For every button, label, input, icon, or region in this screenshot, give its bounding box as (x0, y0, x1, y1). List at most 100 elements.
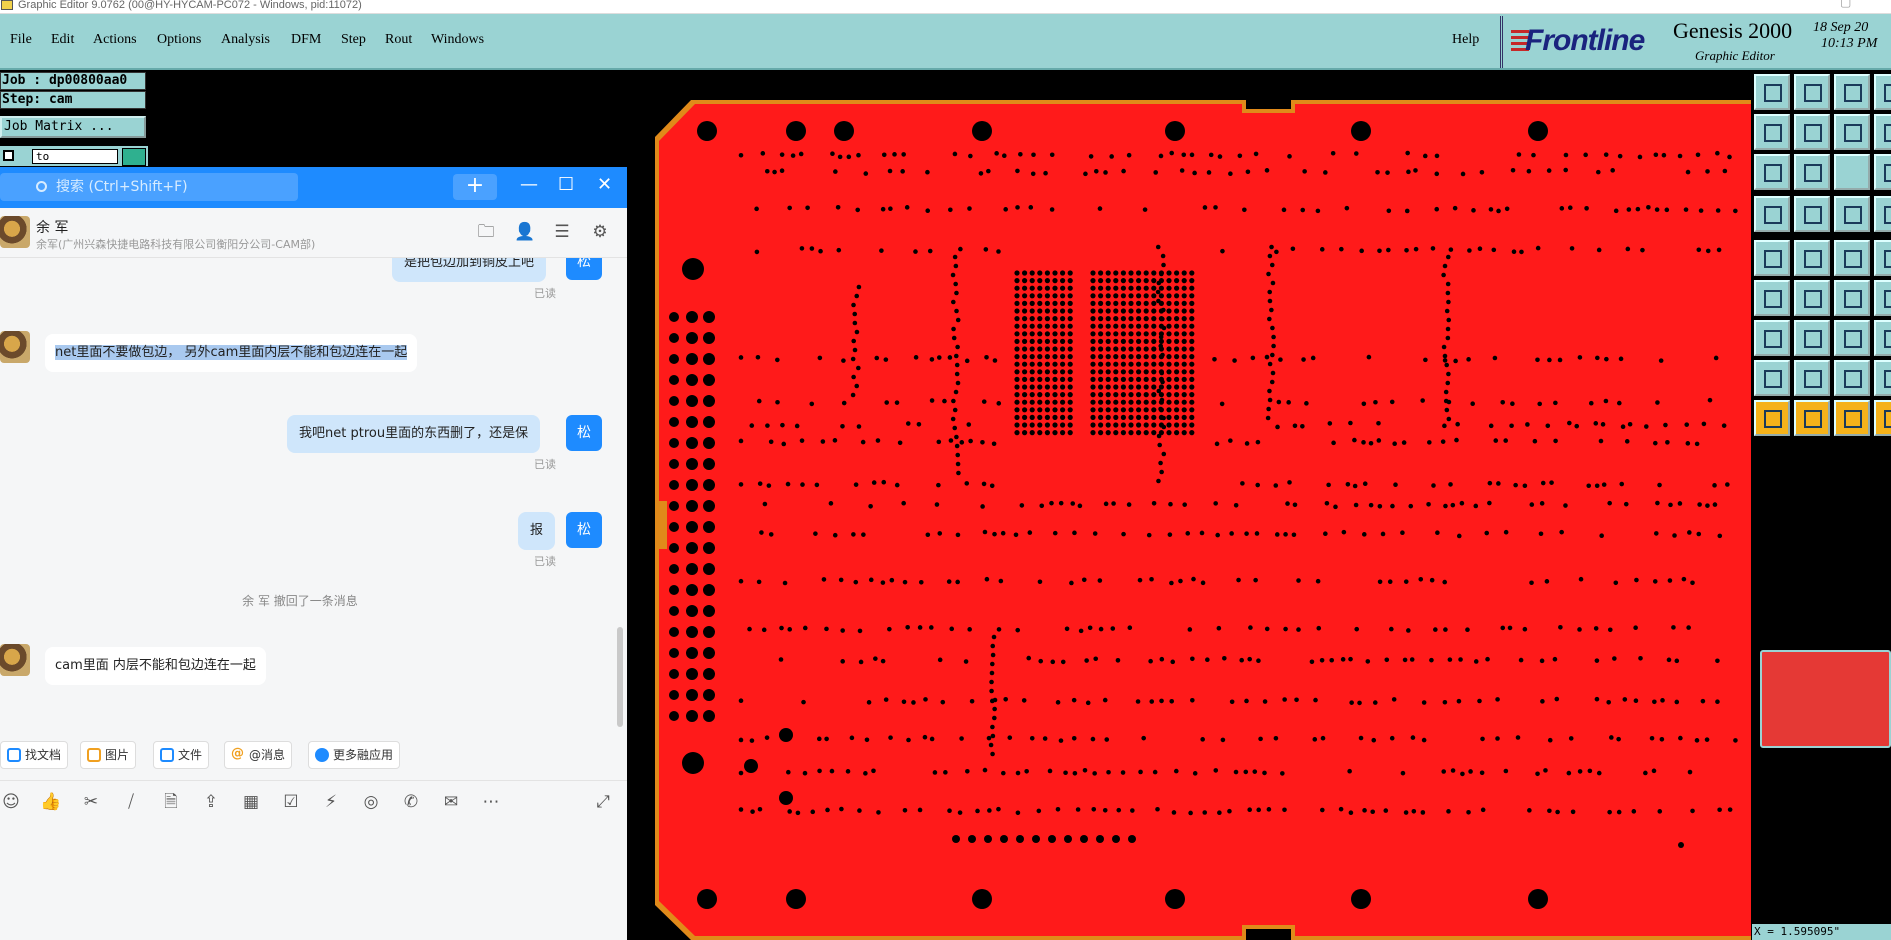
note-add-icon[interactable]: 🗎 (160, 791, 182, 813)
tool-button-0-1[interactable] (1794, 74, 1830, 110)
menu-rout[interactable]: Rout (385, 32, 412, 48)
menu-actions[interactable]: Actions (93, 32, 137, 48)
image-button[interactable]: 图片 (80, 741, 137, 769)
tool-button-4-2[interactable] (1834, 240, 1870, 276)
mention-button[interactable]: @ @消息 (224, 741, 293, 769)
contact-avatar[interactable] (0, 216, 30, 248)
message-bubble-contact[interactable]: net里面不要做包边， 另外cam里面内层不能和包边连在一起 (45, 334, 418, 372)
find-docs-button[interactable]: 找文档 (0, 741, 69, 769)
more-apps-button[interactable]: 更多融应用 (308, 741, 401, 769)
tool-button-6-2[interactable] (1834, 320, 1870, 356)
tool-button-1-1[interactable] (1794, 114, 1830, 150)
tool-button-3-0[interactable] (1754, 196, 1790, 232)
menu-edit[interactable]: Edit (51, 32, 74, 48)
tool-button-2-1[interactable] (1794, 154, 1830, 190)
tool-button-1-0[interactable] (1754, 114, 1790, 150)
settings-icon[interactable]: ⚙ (590, 222, 610, 242)
tool-button-4-1[interactable] (1794, 240, 1830, 276)
via (981, 399, 987, 404)
tool-button-1-3[interactable] (1874, 114, 1891, 150)
tool-button-5-1[interactable] (1794, 280, 1830, 316)
job-matrix-button[interactable]: Job Matrix ... (0, 116, 146, 138)
board-preview-thumbnail[interactable] (1760, 650, 1891, 748)
tool-button-7-3[interactable] (1874, 360, 1891, 396)
tool-button-8-3[interactable] (1874, 400, 1891, 436)
menu-options[interactable]: Options (157, 32, 201, 48)
tool-button-8-2[interactable] (1834, 400, 1870, 436)
message-bubble-mine[interactable]: 是把包边加到铜皮上吧 (392, 258, 547, 282)
tool-button-4-3[interactable] (1874, 240, 1891, 276)
my-avatar[interactable]: 松 (566, 415, 602, 451)
slash-command-icon[interactable]: ⧸ (120, 791, 142, 813)
phone-icon[interactable]: ✆ (400, 791, 422, 813)
tool-button-3-2[interactable] (1834, 196, 1870, 232)
tool-button-7-2[interactable] (1834, 360, 1870, 396)
minimize-icon[interactable]: — (520, 174, 538, 195)
my-avatar[interactable]: 松 (566, 258, 602, 280)
menu-windows[interactable]: Windows (431, 32, 484, 48)
menu-step[interactable]: Step (341, 32, 366, 48)
message-bubble-contact[interactable]: cam里面 内层不能和包边连在一起 (45, 647, 266, 685)
message-bubble-mine[interactable]: 报 (518, 512, 556, 550)
message-scrollbar[interactable] (617, 627, 623, 727)
restore-icon[interactable]: ▢ (1840, 0, 1851, 8)
folder-icon[interactable]: 🗀 (476, 222, 496, 242)
tool-button-2-2[interactable] (1834, 154, 1870, 190)
menu-analysis[interactable]: Analysis (221, 32, 270, 48)
add-button[interactable]: + (453, 174, 497, 200)
contact-avatar[interactable] (0, 644, 30, 676)
tool-button-7-0[interactable] (1754, 360, 1790, 396)
maximize-icon[interactable]: ☐ (558, 174, 574, 195)
tool-button-6-3[interactable] (1874, 320, 1891, 356)
filter-field[interactable]: to (32, 149, 118, 164)
mail-icon[interactable]: ✉ (440, 791, 462, 813)
thumbs-up-icon[interactable]: 👍 (40, 791, 62, 813)
lightning-icon[interactable]: ⚡ (320, 791, 342, 813)
search-history-icon[interactable]: ☰ (552, 222, 572, 242)
tool-button-1-2[interactable] (1834, 114, 1870, 150)
message-text-selected[interactable]: net里面不要做包边， 另外cam里面内层不能和包边连在一起 (55, 345, 408, 360)
tool-button-2-0[interactable] (1754, 154, 1790, 190)
bga-via (1128, 414, 1134, 420)
calendar-icon[interactable]: ▦ (240, 791, 262, 813)
upload-icon[interactable]: ⇪ (200, 791, 222, 813)
via (1126, 152, 1132, 158)
file-button[interactable]: 文件 (153, 741, 210, 769)
tool-button-5-3[interactable] (1874, 280, 1891, 316)
tool-button-7-1[interactable] (1794, 360, 1830, 396)
tool-button-5-0[interactable] (1754, 280, 1790, 316)
tool-button-0-2[interactable] (1834, 74, 1870, 110)
tool-button-2-3[interactable] (1874, 154, 1891, 190)
menu-dfm[interactable]: DFM (291, 32, 321, 48)
close-icon[interactable]: ✕ (597, 174, 612, 195)
menu-help[interactable]: Help (1452, 32, 1479, 48)
video-call-icon[interactable]: ◎ (360, 791, 382, 813)
expand-icon[interactable]: ⤢ (592, 791, 614, 813)
tool-button-3-1[interactable] (1794, 196, 1830, 232)
tool-button-3-3[interactable] (1874, 196, 1891, 232)
filter-color-swatch[interactable] (122, 148, 146, 166)
search-input[interactable]: 搜索 (Ctrl+Shift+F) (0, 173, 298, 201)
emoji-icon[interactable]: ☺ (0, 791, 22, 813)
message-list[interactable]: 是把包边加到铜皮上吧 松 已读 net里面不要做包边， 另外cam里面内层不能和… (0, 258, 627, 758)
tool-button-6-1[interactable] (1794, 320, 1830, 356)
tool-button-0-0[interactable] (1754, 74, 1790, 110)
menu-file[interactable]: File (10, 32, 32, 48)
message-bubble-mine[interactable]: 我吧net ptrou里面的东西删了，还是保 (287, 415, 541, 453)
pcb-canvas[interactable] (651, 97, 1751, 940)
tool-button-4-0[interactable] (1754, 240, 1790, 276)
contact-name[interactable]: 余 军 (36, 217, 68, 237)
pcb-board-svg[interactable] (651, 97, 1751, 940)
contact-avatar[interactable] (0, 331, 30, 363)
tool-button-8-0[interactable] (1754, 400, 1790, 436)
tool-button-0-3[interactable] (1874, 74, 1891, 110)
tool-button-5-2[interactable] (1834, 280, 1870, 316)
add-member-icon[interactable]: 👤 (514, 222, 535, 242)
tool-button-6-0[interactable] (1754, 320, 1790, 356)
my-avatar[interactable]: 松 (566, 512, 602, 548)
tool-button-8-1[interactable] (1794, 400, 1830, 436)
filter-checkbox[interactable] (3, 150, 14, 161)
more-icon[interactable]: ⋯ (480, 791, 502, 813)
scissors-icon[interactable]: ✂ (80, 791, 102, 813)
task-check-icon[interactable]: ☑ (280, 791, 302, 813)
